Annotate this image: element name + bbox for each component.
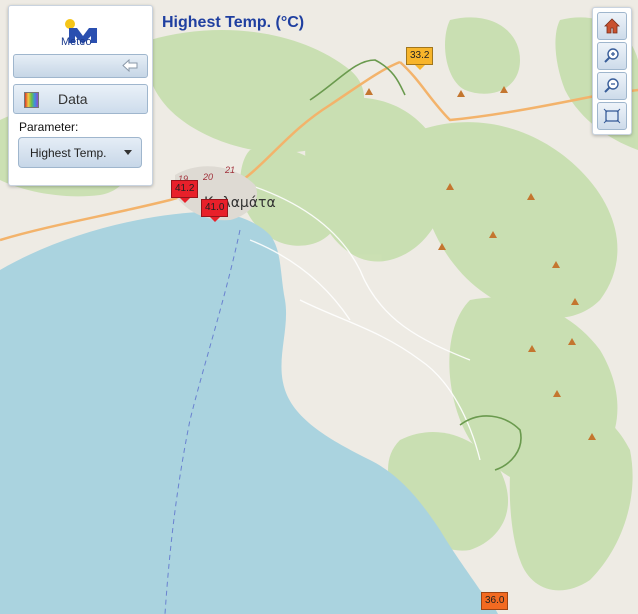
zoom-in-button[interactable] [597,42,627,70]
marker-value: 36.0 [481,592,509,610]
road-number-21: 21 [225,165,236,175]
collapse-panel-button[interactable] [13,54,148,78]
parameter-value: Highest Temp. [30,146,107,160]
zoom-out-icon [604,78,619,93]
full-extent-button[interactable] [597,102,627,130]
marker-value: 33.2 [406,47,434,65]
temperature-marker[interactable]: 41.2 [171,180,199,203]
marker-value: 41.2 [171,180,199,198]
road-number-20: 20 [203,172,214,182]
temperature-marker[interactable]: 33.2 [406,47,434,70]
home-icon [604,18,620,34]
full-extent-icon [603,108,621,124]
home-button[interactable] [597,12,627,40]
zoom-out-button[interactable] [597,72,627,100]
zoom-in-icon [604,48,619,63]
arrow-left-icon [122,59,138,72]
parameter-label: Parameter: [19,120,79,134]
data-button-label: Data [58,91,88,107]
marker-value: 41.0 [201,199,229,217]
temperature-marker[interactable]: 36.0 [481,592,509,610]
data-button[interactable]: Data [13,84,148,114]
map-title: Highest Temp. (°C) [162,14,305,31]
temperature-marker[interactable]: 41.0 [201,199,229,222]
color-scale-icon [24,92,39,108]
logo-text: Meteo [61,36,92,48]
control-panel: Meteo Data Parameter: Highest Temp. [8,5,153,186]
parameter-select[interactable]: Highest Temp. [18,137,142,168]
chevron-down-icon [124,150,132,155]
map-toolbar [592,7,632,135]
